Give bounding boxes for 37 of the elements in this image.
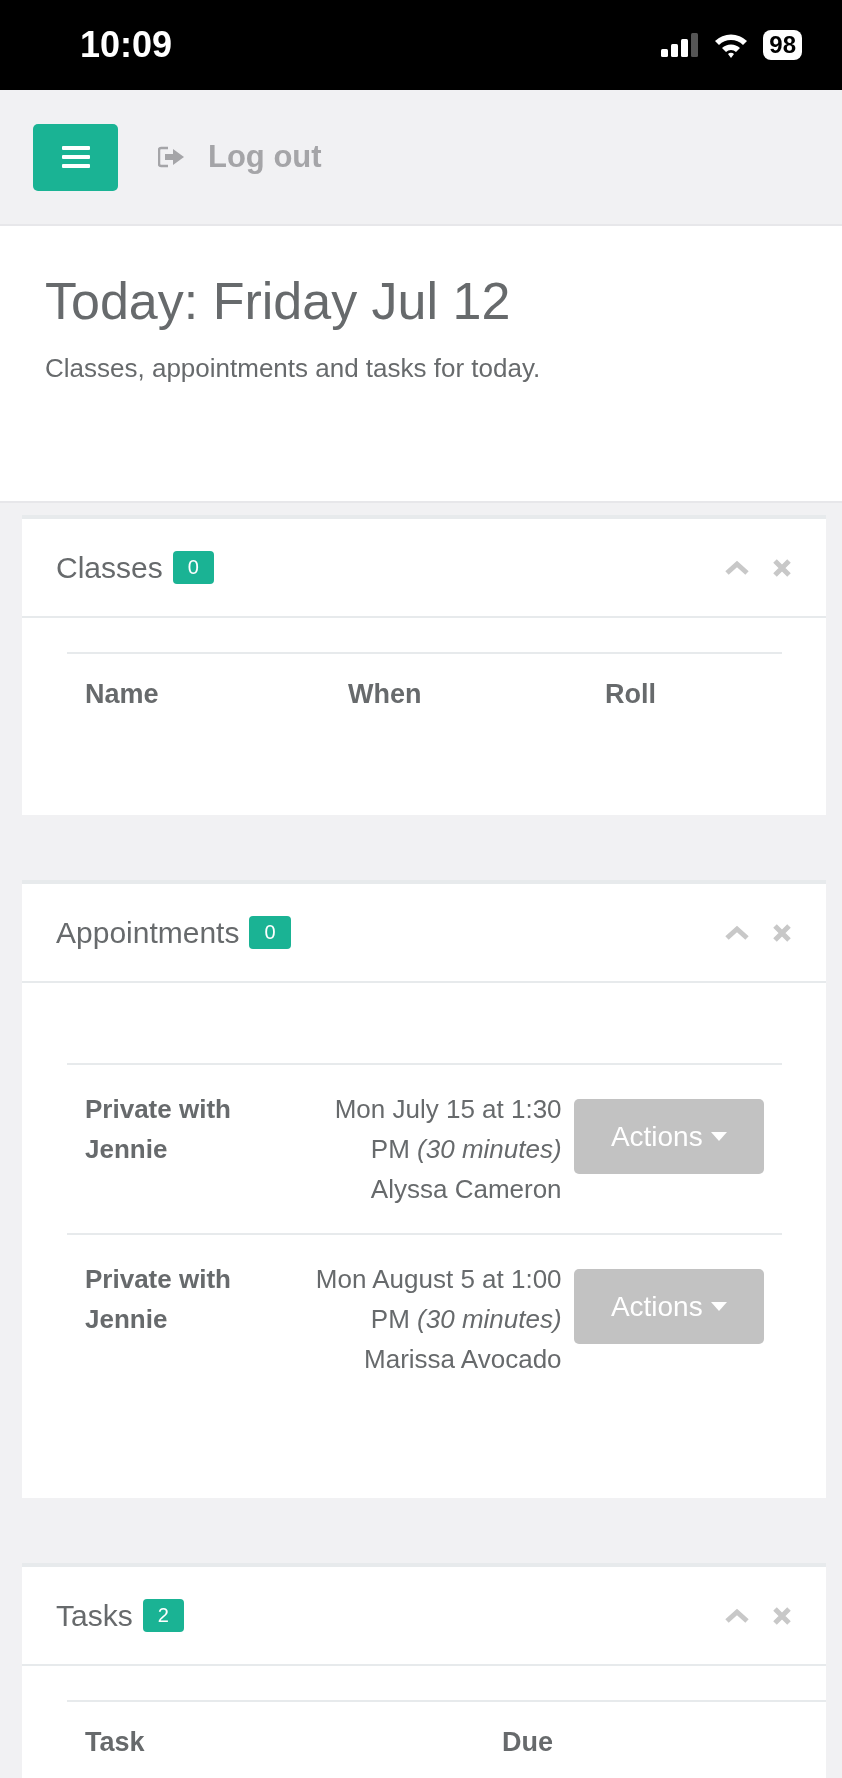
column-header: When [348, 679, 423, 710]
close-icon[interactable] [772, 1605, 792, 1626]
collapse-icon[interactable] [724, 559, 750, 576]
panel-title: Appointments [56, 915, 240, 950]
panel-title: Tasks [56, 1598, 133, 1633]
wifi-icon [713, 32, 750, 58]
menu-button[interactable] [33, 123, 118, 191]
column-header: Roll [605, 679, 657, 710]
signal-icon [661, 33, 700, 57]
close-icon[interactable] [772, 557, 792, 578]
actions-button[interactable]: Actions [573, 1269, 764, 1344]
actions-button[interactable]: Actions [573, 1099, 764, 1174]
appointment-time: Mon July 15 at 1:30 PM (30 minutes) [333, 1093, 562, 1166]
logout-link[interactable]: Log out [158, 139, 322, 175]
column-header: Task [85, 1727, 146, 1758]
page-subtitle: Classes, appointments and tasks for today. [45, 353, 542, 384]
count-badge: 0 [172, 551, 214, 584]
appointment-name: Private with Jennie [85, 1263, 232, 1336]
caret-icon [710, 1302, 727, 1311]
count-badge: 2 [142, 1599, 184, 1632]
count-badge: 0 [249, 916, 291, 949]
menu-icon [61, 146, 90, 168]
logout-icon [158, 146, 186, 168]
appointment-time: Mon August 5 at 1:00 PM (30 minutes) [314, 1263, 562, 1336]
status-time: 10:09 [80, 24, 173, 66]
client-name: Alyssa Cameron [370, 1173, 562, 1206]
column-header: Due [502, 1727, 554, 1758]
column-header: Name [85, 679, 160, 710]
collapse-icon[interactable] [724, 924, 750, 941]
caret-icon [710, 1132, 727, 1141]
page-title: Today: Friday Jul 12 [45, 271, 512, 331]
battery-indicator: 98 [763, 30, 802, 60]
panel-title: Classes [56, 550, 163, 585]
appointment-name: Private with Jennie [85, 1093, 232, 1166]
client-name: Marissa Avocado [364, 1343, 562, 1376]
close-icon[interactable] [772, 922, 792, 943]
collapse-icon[interactable] [724, 1607, 750, 1624]
